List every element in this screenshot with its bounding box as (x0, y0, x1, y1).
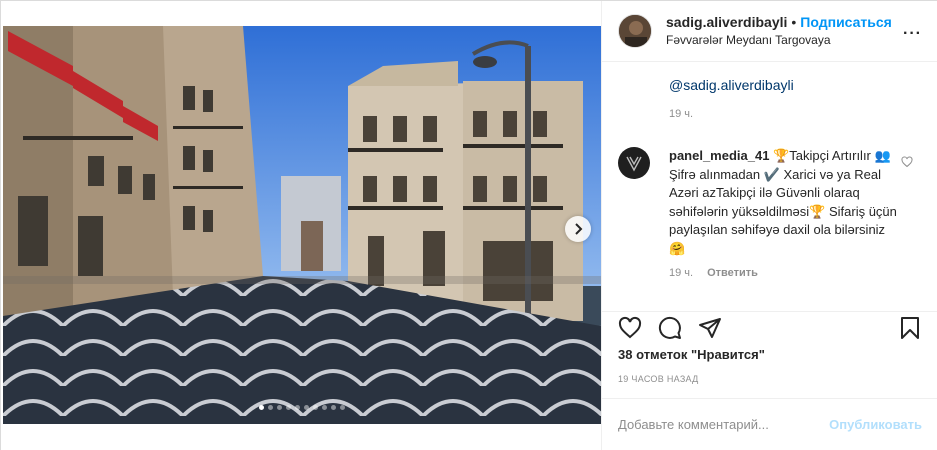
author-avatar[interactable] (618, 14, 652, 48)
action-bar (602, 311, 937, 345)
avatar-image (619, 15, 651, 47)
commenter-username[interactable]: panel_media_41 (669, 148, 769, 163)
add-comment-bar: Опубликовать (602, 398, 937, 450)
header-separator: • (791, 14, 797, 30)
comment-meta: 19 ч. Ответить (669, 267, 758, 279)
comment-button[interactable] (658, 316, 682, 343)
heart-icon (618, 316, 642, 339)
follow-button[interactable]: Подписаться (800, 14, 892, 30)
comment-like-button[interactable] (901, 155, 913, 171)
street-photo-illustration (3, 26, 601, 424)
comment-text: 🏆Takipçi Artırılır 👥 Şifrə alınmadan ✔️ … (669, 148, 897, 256)
save-button[interactable] (898, 316, 922, 343)
carousel-next-button[interactable] (565, 216, 591, 242)
comment-time: 19 ч. (669, 108, 694, 120)
carousel-dot (313, 405, 318, 410)
chevron-right-icon (575, 223, 583, 235)
heart-outline-icon (901, 156, 913, 168)
post-header: sadig.aliverdibayli • Подписаться Fəvvarəl… (602, 1, 937, 61)
reply-button[interactable]: Ответить (707, 267, 758, 279)
comments-list: @sadig.aliverdibayli 19 ч. panel_media_4… (602, 61, 937, 311)
comment-mention[interactable]: @sadig.aliverdibayli (669, 77, 794, 93)
comment-input[interactable] (618, 417, 830, 432)
header-text: sadig.aliverdibayli • Подписаться Fəvvarəl… (666, 13, 892, 49)
carousel-dot (340, 405, 345, 410)
instagram-post: sadig.aliverdibayli • Подписаться Fəvvarəl… (0, 0, 937, 450)
author-username[interactable]: sadig.aliverdibayli (666, 14, 787, 30)
carousel-dot (304, 405, 309, 410)
paper-plane-icon (699, 318, 721, 338)
carousel-dot (286, 405, 291, 410)
commenter-avatar[interactable] (618, 147, 650, 179)
like-button[interactable] (618, 316, 642, 343)
carousel-dot (295, 405, 300, 410)
post-time[interactable]: 19 ЧАСОВ НАЗАД (618, 374, 699, 384)
carousel-dot (322, 405, 327, 410)
comment-body: panel_media_41 🏆Takipçi Artırılır 👥 Şifr… (669, 147, 899, 258)
more-horizontal-icon: ··· (903, 25, 922, 42)
carousel-dot (331, 405, 336, 410)
post-location[interactable]: Fəvvarələr Meydanı Targovaya (666, 31, 892, 49)
likes-count[interactable]: 38 отметок "Нравится" (618, 347, 765, 362)
carousel-dot (277, 405, 282, 410)
post-photo[interactable] (3, 26, 601, 424)
carousel-indicator (3, 405, 601, 410)
post-media (1, 1, 601, 450)
share-button[interactable] (698, 316, 722, 343)
post-side-panel: sadig.aliverdibayli • Подписаться Fəvvarəl… (601, 1, 937, 450)
carousel-dot (268, 405, 273, 410)
comment-time: 19 ч. (669, 267, 694, 279)
v-logo-icon (626, 156, 642, 172)
publish-button[interactable]: Опубликовать (829, 417, 922, 432)
carousel-dot-active (259, 405, 264, 410)
more-options-button[interactable]: ··· (903, 26, 922, 42)
bookmark-icon (901, 317, 919, 339)
comment-icon (658, 316, 681, 339)
